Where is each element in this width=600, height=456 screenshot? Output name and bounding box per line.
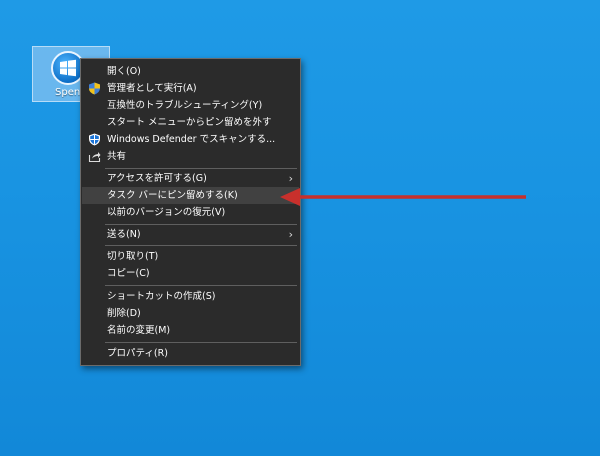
menu-separator [105, 285, 297, 286]
menu-item-share[interactable]: 共有 [82, 148, 299, 165]
menu-item-cut[interactable]: 切り取り(T) [82, 248, 299, 265]
menu-item-copy[interactable]: コピー(C) [82, 265, 299, 282]
menu-item-delete[interactable]: 削除(D) [82, 305, 299, 322]
menu-item-defender-scan[interactable]: Windows Defender でスキャンする... [82, 131, 299, 148]
menu-item-label: 管理者として実行(A) [107, 83, 197, 94]
menu-item-open[interactable]: 開く(O) [82, 63, 299, 80]
menu-item-label: 送る(N) [107, 229, 141, 240]
menu-item-unpin-start[interactable]: スタート メニューからピン留めを外す [82, 114, 299, 131]
chevron-right-icon: › [288, 228, 293, 241]
menu-item-rename[interactable]: 名前の変更(M) [82, 322, 299, 339]
menu-item-label: 以前のバージョンの復元(V) [107, 207, 226, 218]
menu-item-run-as-admin[interactable]: 管理者として実行(A) [82, 80, 299, 97]
menu-item-label: アクセスを許可する(G) [107, 173, 207, 184]
chevron-right-icon: › [288, 172, 293, 185]
menu-item-label: プロパティ(R) [107, 348, 168, 359]
menu-separator [105, 168, 297, 169]
defender-shield-icon [88, 133, 101, 146]
menu-separator [105, 245, 297, 246]
menu-item-restore-previous[interactable]: 以前のバージョンの復元(V) [82, 204, 299, 221]
menu-item-label: Windows Defender でスキャンする... [107, 134, 276, 145]
menu-item-label: 削除(D) [107, 308, 141, 319]
menu-item-label: 名前の変更(M) [107, 325, 171, 336]
annotation-arrow-icon [280, 188, 526, 206]
menu-item-label: コピー(C) [107, 268, 150, 279]
menu-item-create-shortcut[interactable]: ショートカットの作成(S) [82, 288, 299, 305]
context-menu: 開く(O) 管理者として実行(A) 互換性のトラブルシューティング(Y) スター… [80, 58, 301, 366]
menu-item-compat-troubleshoot[interactable]: 互換性のトラブルシューティング(Y) [82, 97, 299, 114]
menu-item-label: タスク バーにピン留めする(K) [107, 190, 238, 201]
menu-item-properties[interactable]: プロパティ(R) [82, 345, 299, 362]
menu-item-pin-taskbar[interactable]: タスク バーにピン留めする(K) [82, 187, 299, 204]
menu-separator [105, 224, 297, 225]
uac-shield-icon [88, 82, 101, 95]
menu-item-label: 開く(O) [107, 66, 141, 77]
menu-item-label: 切り取り(T) [107, 251, 159, 262]
menu-item-label: スタート メニューからピン留めを外す [107, 117, 272, 128]
menu-item-give-access[interactable]: アクセスを許可する(G) › [82, 170, 299, 187]
menu-separator [105, 342, 297, 343]
share-icon [88, 150, 101, 163]
menu-item-label: 互換性のトラブルシューティング(Y) [107, 100, 263, 111]
menu-item-label: 共有 [107, 151, 127, 162]
menu-item-label: ショートカットの作成(S) [107, 291, 216, 302]
menu-item-send-to[interactable]: 送る(N) › [82, 226, 299, 243]
